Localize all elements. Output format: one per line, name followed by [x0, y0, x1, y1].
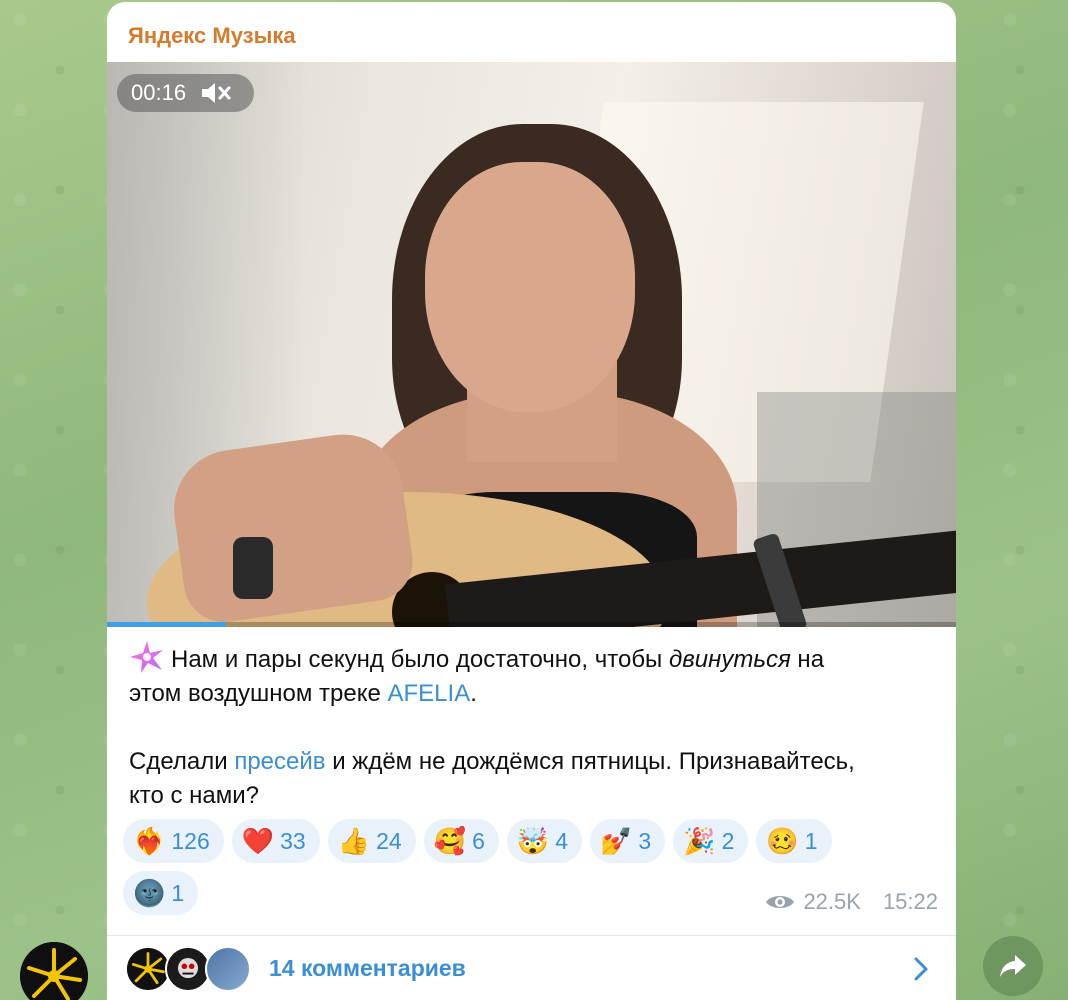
reaction-pill[interactable]: 🌚 1	[123, 871, 199, 915]
chevron-right-icon	[914, 957, 928, 981]
share-button[interactable]	[983, 936, 1043, 996]
video-scene-arm	[166, 426, 418, 627]
reaction-emoji-icon: 💅	[600, 826, 633, 856]
reaction-pill[interactable]: 🎉 2	[673, 819, 749, 863]
avatar	[205, 946, 251, 992]
muted-speaker-icon[interactable]	[200, 80, 232, 106]
reaction-emoji-icon: 🤯	[516, 826, 550, 856]
post-meta: 22.5K 15:22	[765, 889, 938, 915]
views-count: 22.5K	[803, 889, 861, 914]
caption-paragraph-2: Сделали пресейв и ждём не дождёмся пятни…	[129, 745, 939, 813]
reaction-pill[interactable]: 🥴 1	[756, 819, 832, 863]
video-time: 00:16	[131, 80, 187, 105]
caption-text-3: Сделали	[129, 748, 235, 775]
channel-name[interactable]: Яндекс Музыка	[128, 23, 296, 49]
post-time: 15:22	[882, 889, 938, 914]
reaction-count: 33	[280, 827, 306, 854]
post-caption: Нам и пары секунд было достаточно, чтобы…	[129, 640, 939, 813]
reaction-pill[interactable]: 💅 3	[590, 819, 666, 863]
comments-button[interactable]: 14 комментариев	[107, 936, 956, 1000]
share-arrow-icon	[1000, 955, 1026, 977]
reaction-pill[interactable]: 🤯 4	[506, 819, 583, 863]
caption-text-3b: и ждём не дождёмся пятницы. Признавайтес…	[325, 748, 855, 775]
video-timer[interactable]: 00:16	[117, 74, 254, 112]
reaction-count: 1	[171, 879, 185, 906]
reaction-emoji-icon: 🎉	[683, 826, 716, 856]
reaction-emoji-icon: ❤️‍🔥	[133, 826, 166, 856]
reaction-pill[interactable]: 👍 24	[327, 819, 416, 863]
reaction-pill[interactable]: ❤️‍🔥 126	[123, 819, 224, 863]
reaction-emoji-icon: 🥰	[433, 826, 467, 856]
views-eye-icon	[766, 896, 795, 908]
reaction-count: 1	[804, 827, 818, 854]
video-player[interactable]: 00:16	[107, 62, 956, 627]
sparkle-icon	[130, 641, 163, 673]
reaction-pill[interactable]: ❤️ 33	[231, 819, 320, 863]
reaction-count: 4	[555, 827, 569, 854]
reaction-count: 6	[472, 827, 485, 854]
video-progress-bar[interactable]	[107, 622, 956, 627]
presave-link[interactable]: пресейв	[234, 748, 325, 775]
caption-text-4: кто с нами?	[129, 782, 260, 809]
video-scene-watch	[233, 537, 273, 599]
reaction-pill[interactable]: 🥰 6	[423, 819, 499, 863]
caption-text-2b: .	[470, 680, 477, 707]
caption-paragraph-1: Нам и пары секунд было достаточно, чтобы…	[129, 640, 939, 711]
video-progress-fill	[107, 622, 226, 627]
artist-link[interactable]: AFELIA	[388, 680, 471, 707]
video-scene-face	[425, 162, 635, 412]
commenter-avatars	[125, 943, 255, 993]
reaction-emoji-icon: ❤️	[241, 826, 275, 856]
caption-italic: двинуться	[668, 646, 791, 673]
reaction-emoji-icon: 🥴	[766, 826, 799, 856]
reaction-count: 126	[171, 827, 210, 854]
caption-text-2: этом воздушном треке	[129, 680, 388, 707]
channel-post: Яндекс Музыка 00:16 Нам и пары секунд бы…	[107, 2, 956, 1000]
reaction-count: 24	[376, 827, 402, 854]
comments-count-label: 14 комментариев	[269, 954, 466, 981]
reaction-emoji-icon: 🌚	[133, 878, 166, 908]
caption-text-1b: на	[790, 646, 825, 673]
caption-text-1: Нам и пары секунд было достаточно, чтобы	[171, 646, 669, 673]
reaction-count: 2	[721, 827, 735, 854]
reaction-count: 3	[638, 827, 652, 854]
reaction-emoji-icon: 👍	[337, 826, 371, 856]
